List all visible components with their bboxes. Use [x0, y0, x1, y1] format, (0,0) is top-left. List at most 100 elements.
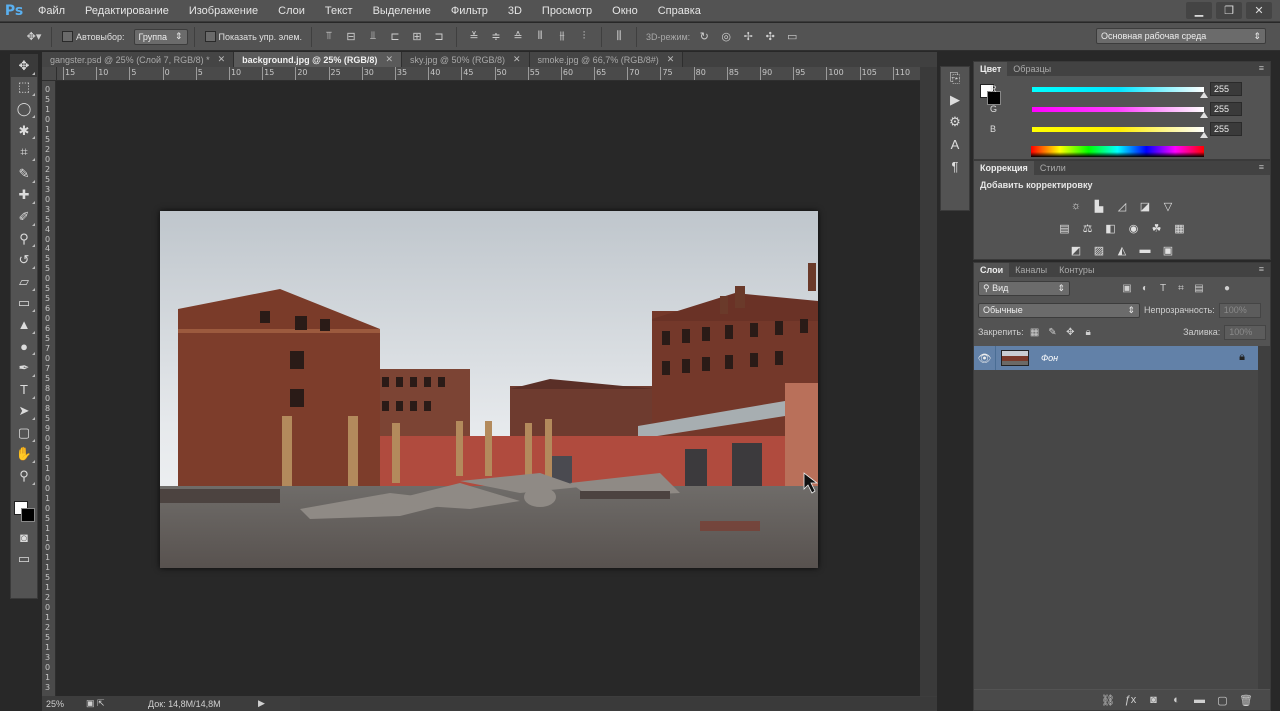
tab-color[interactable]: Цвет — [974, 62, 1008, 76]
move-tool-preset-icon[interactable]: ✥▾ — [26, 29, 42, 45]
distribute-right-icon[interactable]: ⫶ — [576, 29, 592, 45]
close-icon[interactable]: ✕ — [218, 54, 226, 65]
distribute-left-icon[interactable]: ⫴ — [532, 29, 548, 45]
color-balance-icon[interactable]: ⚖ — [1079, 221, 1096, 236]
posterize-icon[interactable]: ▨ — [1091, 243, 1108, 258]
new-group-icon[interactable]: ▬ — [1193, 694, 1206, 706]
roll-3d-icon[interactable]: ◎ — [718, 29, 734, 45]
autoselect-dropdown[interactable]: Группа ⇕ — [133, 28, 188, 45]
pen-tool[interactable]: ✒ — [11, 357, 37, 379]
blur-tool[interactable]: ▲ — [11, 314, 37, 336]
quick-mask-button[interactable]: ◙ — [11, 527, 37, 549]
threshold-icon[interactable]: ◭ — [1114, 243, 1131, 258]
distribute-hcenter-icon[interactable]: ⫵ — [554, 29, 570, 45]
background-color[interactable] — [21, 507, 35, 522]
slide-3d-icon[interactable]: ✣ — [762, 29, 778, 45]
screen-mode-button[interactable]: ▭ — [11, 548, 37, 570]
new-layer-icon[interactable]: ▢ — [1216, 694, 1229, 707]
autoselect-checkbox[interactable] — [62, 31, 73, 42]
close-icon[interactable]: ✕ — [385, 54, 393, 65]
menu-help[interactable]: Справка — [648, 0, 711, 22]
slider-thumb[interactable] — [1200, 111, 1208, 118]
show-controls-checkbox[interactable] — [204, 31, 216, 42]
canvas-area[interactable] — [57, 82, 920, 696]
ruler-horizontal[interactable]: 15 10 5 0 5 10 15 20 25 30 35 40 45 50 55 60 65 70 75 80 85 9… — [57, 67, 920, 81]
hand-tool[interactable]: ✋ — [11, 444, 37, 466]
filter-pixel-icon[interactable]: ▣ — [1120, 281, 1134, 295]
add-mask-icon[interactable]: ◙ — [1147, 694, 1160, 706]
layer-filter-dropdown[interactable]: ⚲ Вид ⇕ — [978, 280, 1070, 296]
history-brush-tool[interactable]: ↺ — [11, 249, 37, 271]
photo-filter-icon[interactable]: ◉ — [1125, 221, 1142, 236]
shape-tool[interactable]: ▢ — [11, 422, 37, 444]
tab-paths[interactable]: Контуры — [1053, 263, 1100, 277]
ruler-vertical[interactable]: 0510152025303540455055606570758085909510… — [42, 81, 56, 696]
restore-button[interactable]: ❐ — [1216, 2, 1242, 19]
exposure-icon[interactable]: ◪ — [1137, 199, 1154, 214]
brush-tool[interactable]: ✐ — [11, 206, 37, 228]
new-adjustment-icon[interactable]: ◐ — [1170, 694, 1183, 706]
close-button[interactable]: ✕ — [1246, 2, 1272, 19]
menu-filter[interactable]: Фильтр — [441, 0, 498, 22]
lasso-tool[interactable]: ◯ — [11, 98, 37, 120]
marquee-tool[interactable]: ⬚ — [11, 77, 37, 99]
menu-edit[interactable]: Редактирование — [75, 0, 179, 22]
b-value[interactable]: 255 — [1210, 122, 1242, 136]
menu-select[interactable]: Выделение — [363, 0, 441, 22]
character-icon[interactable]: A — [941, 133, 969, 155]
brightness-icon[interactable]: ☼ — [1068, 199, 1085, 214]
tab-layers[interactable]: Слои — [974, 263, 1010, 277]
trash-icon[interactable]: 🗑︎ — [1239, 694, 1253, 707]
color-lookup-icon[interactable]: ▦ — [1171, 221, 1188, 236]
distribute-vcenter-icon[interactable]: ≑ — [488, 29, 504, 45]
lock-pixels-icon[interactable]: ✎ — [1045, 325, 1059, 339]
workspace-dropdown[interactable]: Основная рабочая среда ⇕ — [1096, 28, 1266, 44]
r-slider[interactable] — [1032, 86, 1208, 98]
tab-adjustments[interactable]: Коррекция — [974, 161, 1034, 175]
vibrance-icon[interactable]: ▽ — [1160, 199, 1177, 214]
vertical-scrollbar[interactable] — [920, 67, 937, 696]
panel-menu-icon[interactable]: ≡ — [1259, 162, 1264, 172]
close-icon[interactable]: ✕ — [513, 54, 521, 65]
scale-3d-icon[interactable]: ▭ — [784, 29, 800, 45]
clone-stamp-tool[interactable]: ⚲ — [11, 228, 37, 250]
blend-mode-dropdown[interactable]: Обычные ⇕ — [978, 302, 1140, 318]
filter-shape-icon[interactable]: ⌗ — [1174, 281, 1188, 295]
move-tool[interactable]: ✥ — [11, 55, 37, 77]
distribute-bottom-icon[interactable]: ≙ — [510, 29, 526, 45]
history-icon[interactable]: ⎘ — [941, 67, 969, 89]
eyedropper-tool[interactable]: ✎ — [11, 163, 37, 185]
eraser-tool[interactable]: ▱ — [11, 271, 37, 293]
menu-file[interactable]: Файл — [28, 0, 75, 22]
auto-align-icon[interactable]: ⫼ — [611, 29, 627, 45]
tab-smoke[interactable]: smoke.jpg @ 66,7% (RGB/8#) ✕ — [529, 52, 684, 67]
filter-type-icon[interactable]: T — [1156, 281, 1170, 295]
properties-icon[interactable]: ⚙ — [941, 111, 969, 133]
slider-thumb[interactable] — [1200, 131, 1208, 138]
path-select-tool[interactable]: ➤ — [11, 401, 37, 423]
r-value[interactable]: 255 — [1210, 82, 1242, 96]
dodge-tool[interactable]: ● — [11, 336, 37, 358]
link-layers-icon[interactable]: ⛓ — [1101, 694, 1115, 707]
eye-icon[interactable]: 👁︎ — [974, 346, 996, 370]
layer-name[interactable]: Фон — [1041, 353, 1058, 363]
lock-position-icon[interactable]: ✥ — [1063, 325, 1077, 339]
status-menu-arrow-icon[interactable]: ▶ — [258, 698, 265, 709]
drag-3d-icon[interactable]: ✢ — [740, 29, 756, 45]
slider-thumb[interactable] — [1200, 91, 1208, 98]
curves-icon[interactable]: ◿ — [1114, 199, 1131, 214]
levels-icon[interactable]: ▙ — [1091, 199, 1108, 214]
tab-swatches[interactable]: Образцы — [1007, 62, 1057, 76]
channel-mixer-icon[interactable]: ☘ — [1148, 221, 1165, 236]
align-right-icon[interactable]: ⊐ — [431, 29, 447, 45]
close-icon[interactable]: ✕ — [667, 54, 675, 65]
status-icons[interactable]: ▣ ⇱ — [86, 698, 126, 709]
hue-saturation-icon[interactable]: ▤ — [1056, 221, 1073, 236]
tab-styles[interactable]: Стили — [1034, 161, 1072, 175]
layer-style-icon[interactable]: ƒx — [1124, 694, 1137, 706]
menu-window[interactable]: Окно — [602, 0, 648, 22]
document-image[interactable] — [160, 211, 818, 568]
horizontal-scrollbar[interactable] — [300, 697, 937, 710]
align-bottom-icon[interactable]: ⫫ — [365, 29, 381, 45]
crop-tool[interactable]: ⌗ — [11, 141, 37, 163]
